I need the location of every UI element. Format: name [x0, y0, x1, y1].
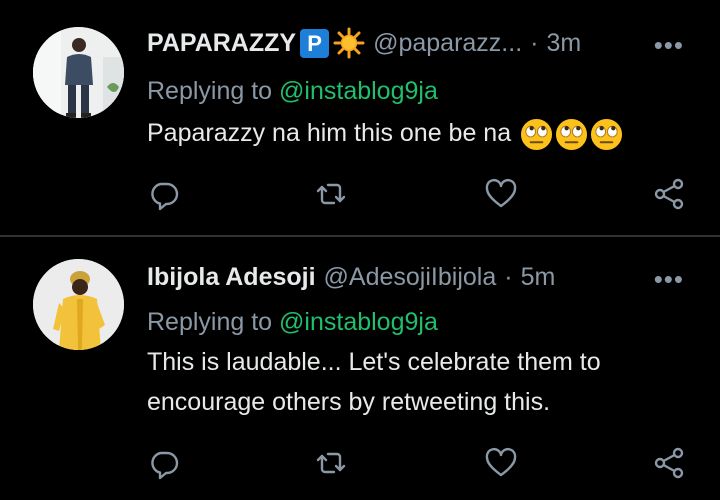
tweet-text-line: Paparazzy na him this one be na — [147, 119, 512, 147]
replying-to-label: Replying to — [147, 308, 280, 336]
tweet-text-line: This is laudable... Let's celebrate them… — [147, 348, 601, 376]
tweet-actions — [147, 446, 692, 480]
like-icon[interactable] — [484, 177, 518, 211]
tweet-actions — [147, 177, 692, 211]
mention-link[interactable]: @instablog9ja — [279, 308, 438, 336]
share-icon[interactable] — [652, 177, 686, 211]
tweet-text: Paparazzy na him this one be na — [147, 113, 687, 153]
eye-roll-emoji-icon — [590, 118, 623, 151]
timestamp[interactable]: 3m — [546, 29, 581, 58]
more-options-icon[interactable]: ••• — [654, 30, 684, 61]
tweet-text-line: encourage others by retweeting this. — [147, 388, 551, 416]
separator-dot: · — [530, 28, 539, 57]
reply-icon[interactable] — [147, 446, 181, 480]
mention-link[interactable]: @instablog9ja — [279, 77, 438, 105]
avatar[interactable] — [33, 259, 124, 350]
display-name[interactable]: Ibijola Adesoji — [147, 263, 316, 292]
separator-dot: · — [504, 263, 513, 291]
timestamp[interactable]: 5m — [521, 263, 556, 292]
share-icon[interactable] — [652, 446, 686, 480]
user-handle[interactable]: @paparazz... — [373, 29, 522, 58]
like-icon[interactable] — [484, 446, 518, 480]
eye-roll-emoji-icon — [555, 118, 588, 151]
tweet-header: Ibijola Adesoji @AdesojiIbijola · 5m — [147, 263, 555, 292]
retweet-icon[interactable] — [314, 446, 348, 480]
display-name[interactable]: PAPARAZZY — [147, 29, 296, 58]
parking-emoji-icon: P — [300, 28, 330, 58]
retweet-icon[interactable] — [314, 177, 348, 211]
tweet-header: PAPARAZZY P @paparazz... · 3m — [147, 27, 581, 59]
tweet[interactable]: Ibijola Adesoji @AdesojiIbijola · 5m •••… — [0, 238, 720, 500]
tweet-divider — [0, 235, 720, 237]
more-options-icon[interactable]: ••• — [654, 264, 684, 295]
tweet[interactable]: PAPARAZZY P @paparazz... · 3m ••• Replyi… — [0, 0, 720, 236]
replying-to-label: Replying to — [147, 77, 280, 105]
sun-emoji-icon — [333, 27, 365, 59]
tweet-text: This is laudable... Let's celebrate them… — [147, 342, 687, 422]
replying-to: Replying to @instablog9ja — [147, 308, 438, 337]
avatar[interactable] — [33, 27, 124, 118]
user-handle[interactable]: @AdesojiIbijola — [324, 263, 497, 292]
replying-to: Replying to @instablog9ja — [147, 77, 438, 106]
reply-icon[interactable] — [147, 177, 181, 211]
eye-roll-emoji-icon — [520, 118, 553, 151]
